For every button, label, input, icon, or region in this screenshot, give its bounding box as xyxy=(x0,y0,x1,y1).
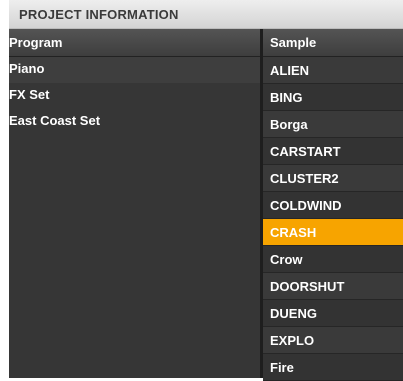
panel-title: PROJECT INFORMATION xyxy=(9,0,403,29)
project-information-panel: PROJECT INFORMATION Program Piano FX Set… xyxy=(9,0,403,381)
sample-list-item[interactable]: BING xyxy=(263,84,403,111)
sample-list-item[interactable]: CLUSTER2 xyxy=(263,165,403,192)
sample-list-item[interactable]: CARSTART xyxy=(263,138,403,165)
program-column-header[interactable]: Program xyxy=(9,29,260,57)
program-list-item[interactable]: Piano xyxy=(9,57,260,83)
sample-list-item-selected[interactable]: CRASH xyxy=(263,219,403,246)
program-list-item[interactable]: FX Set xyxy=(9,83,260,109)
sample-list-item[interactable]: Crow xyxy=(263,246,403,273)
sample-list-item[interactable]: ALIEN xyxy=(263,57,403,84)
sample-list-item[interactable]: Borga xyxy=(263,111,403,138)
sample-column-header[interactable]: Sample xyxy=(263,29,403,57)
program-list: Program Piano FX Set East Coast Set xyxy=(9,29,260,378)
sample-list-item[interactable]: Fire xyxy=(263,354,403,381)
sample-list-item[interactable]: COLDWIND xyxy=(263,192,403,219)
sample-list: Sample ALIEN BING Borga CARSTART CLUSTER… xyxy=(260,29,403,381)
sample-list-item[interactable]: DUENG xyxy=(263,300,403,327)
sample-list-item[interactable]: DOORSHUT xyxy=(263,273,403,300)
sample-list-item[interactable]: EXPLO xyxy=(263,327,403,354)
program-list-item[interactable]: East Coast Set xyxy=(9,109,260,135)
